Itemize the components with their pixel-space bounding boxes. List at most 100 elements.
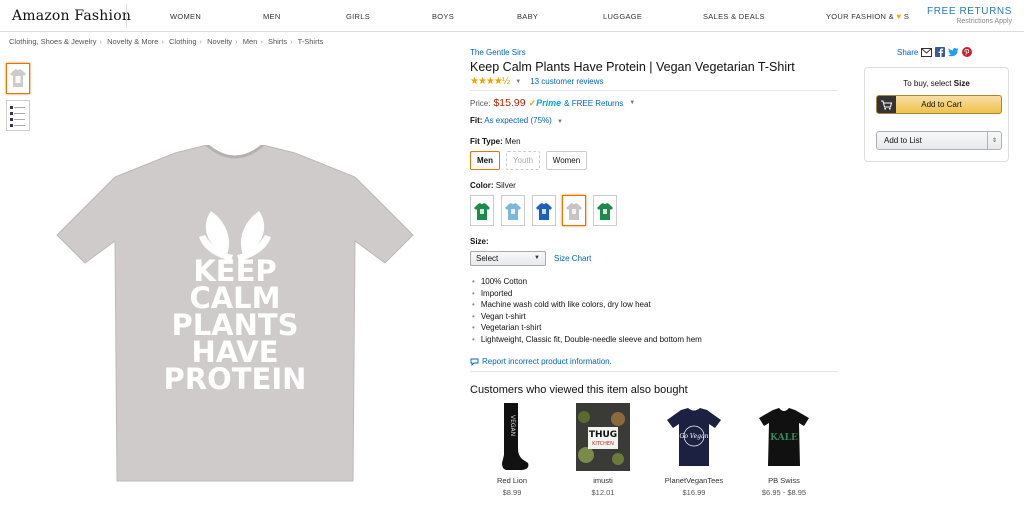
star-rating-icon[interactable]: ★★★★½ bbox=[470, 76, 510, 87]
breadcrumb: Clothing, Shoes & Jewelry › Novelty & Mor… bbox=[9, 37, 323, 46]
chevron-down-icon[interactable]: ▼ bbox=[629, 100, 635, 106]
color-label: Color: bbox=[470, 181, 494, 190]
free-returns-link[interactable]: & FREE Returns bbox=[564, 99, 623, 108]
top-nav: Amazon Fashion WOMEN MEN GIRLS BOYS BABY… bbox=[0, 0, 1024, 32]
speech-bubble-icon bbox=[470, 358, 479, 366]
color-swatch[interactable] bbox=[593, 195, 617, 226]
report-link[interactable]: Report incorrect product information. bbox=[470, 357, 612, 366]
also-bought-item[interactable]: VEGAN Red Lion $8.99 bbox=[476, 402, 548, 497]
nav-item-your-fashion[interactable]: YOUR FASHION & ♥ S bbox=[826, 12, 909, 21]
your-fashion-suffix: S bbox=[903, 12, 910, 21]
chevron-right-icon: › bbox=[260, 37, 263, 46]
main-product-image[interactable]: KEEP CALM PLANTS HAVE PROTEIN bbox=[55, 143, 415, 485]
nav-item-women[interactable]: WOMEN bbox=[170, 12, 201, 21]
twitter-icon[interactable] bbox=[948, 47, 959, 57]
nav-item-baby[interactable]: BABY bbox=[517, 12, 538, 21]
heart-icon: ♥ bbox=[896, 12, 902, 21]
book-subtitle: KITCHEN bbox=[592, 441, 614, 447]
item-price: $16.99 bbox=[682, 488, 706, 497]
facebook-icon[interactable] bbox=[935, 47, 946, 57]
price-row: Price: $15.99 ✓Prime & FREE Returns ▼ bbox=[470, 97, 635, 109]
share-row: Share bbox=[897, 47, 973, 57]
fit-option-youth[interactable]: Youth bbox=[506, 151, 540, 170]
sock-image: VEGAN bbox=[502, 403, 529, 470]
to-buy-label: To buy, select bbox=[903, 79, 952, 88]
also-bought-item[interactable]: Go Vegan PlanetVeganTees $16.99 bbox=[658, 402, 730, 497]
breadcrumb-item[interactable]: Novelty & More bbox=[107, 37, 158, 46]
shirt-text-line: PROTEIN bbox=[164, 362, 307, 396]
fit-label: Fit: bbox=[470, 116, 483, 125]
nav-item-girls[interactable]: GIRLS bbox=[346, 12, 370, 21]
amazon-fashion-logo[interactable]: Amazon Fashion bbox=[12, 8, 131, 24]
prime-badge[interactable]: ✓Prime bbox=[529, 98, 562, 109]
sock-text: VEGAN bbox=[509, 415, 516, 436]
color-swatch[interactable] bbox=[501, 195, 525, 226]
tshirt-swatch-icon bbox=[474, 202, 490, 220]
to-buy-hint: To buy, select Size bbox=[865, 79, 1008, 88]
book-title: THUG bbox=[589, 430, 617, 440]
fit-type-value: Men bbox=[504, 137, 521, 146]
item-name: PB Swiss bbox=[768, 476, 800, 485]
item-name: imusti bbox=[593, 476, 613, 485]
tshirt-swatch-icon bbox=[597, 202, 613, 220]
breadcrumb-item[interactable]: Novelty bbox=[207, 37, 232, 46]
feature-bullet: Lightweight, Classic fit, Double-needle … bbox=[472, 335, 702, 347]
nav-item-sales-deals[interactable]: SALES & DEALS bbox=[703, 12, 765, 21]
email-icon[interactable] bbox=[921, 47, 933, 57]
black-shirt-image: KALE bbox=[759, 408, 809, 466]
chevron-right-icon: › bbox=[161, 37, 164, 46]
fit-value-link[interactable]: As expected (75%) bbox=[484, 116, 552, 125]
thumbnail-size-chart[interactable] bbox=[6, 100, 30, 131]
restrictions-label: Restrictions Apply bbox=[956, 18, 1012, 25]
nav-item-luggage[interactable]: LUGGAGE bbox=[603, 12, 642, 21]
color-value: Silver bbox=[495, 181, 516, 190]
thumbnail-front[interactable] bbox=[6, 63, 30, 94]
fit-type-label: Fit Type: bbox=[470, 137, 503, 146]
color-swatch[interactable] bbox=[470, 195, 494, 226]
buy-box: To buy, select Size Add to Cart Add to L… bbox=[864, 67, 1009, 162]
also-bought-item[interactable]: THUG KITCHEN imusti $12.01 bbox=[567, 402, 639, 497]
chevron-right-icon: › bbox=[235, 37, 238, 46]
item-price: $12.01 bbox=[591, 488, 615, 497]
brand-link[interactable]: The Gentle Sirs bbox=[470, 48, 526, 57]
breadcrumb-item[interactable]: Shirts bbox=[268, 37, 287, 46]
fit-type-row: Fit Type: Men bbox=[470, 137, 521, 146]
size-chart-link[interactable]: Size Chart bbox=[554, 254, 591, 263]
feature-bullet: Imported bbox=[472, 289, 702, 301]
add-to-cart-button[interactable]: Add to Cart bbox=[876, 95, 1002, 114]
fit-row: Fit: As expected (75%) ▼ bbox=[470, 116, 563, 125]
product-title: Keep Calm Plants Have Protein | Vegan Ve… bbox=[470, 60, 795, 74]
breadcrumb-item[interactable]: Clothing bbox=[169, 37, 197, 46]
add-to-list-button[interactable]: Add to List ⇕ bbox=[876, 131, 1002, 150]
color-row: Color: Silver bbox=[470, 181, 516, 190]
share-label: Share bbox=[897, 47, 919, 57]
book-image: THUG KITCHEN bbox=[576, 403, 630, 471]
color-swatch-selected[interactable] bbox=[562, 195, 586, 226]
breadcrumb-item[interactable]: Men bbox=[243, 37, 258, 46]
also-bought-title: Customers who viewed this item also boug… bbox=[470, 384, 688, 396]
nav-item-men[interactable]: MEN bbox=[263, 12, 281, 21]
prime-label: Prime bbox=[536, 97, 562, 108]
size-select[interactable]: Select ▼ bbox=[470, 251, 546, 266]
color-swatch[interactable] bbox=[532, 195, 556, 226]
free-returns-banner[interactable]: FREE RETURNS Restrictions Apply bbox=[927, 6, 1012, 25]
customer-reviews-link[interactable]: 13 customer reviews bbox=[530, 77, 603, 86]
add-to-cart-label: Add to Cart bbox=[921, 100, 962, 109]
fit-option-women[interactable]: Women bbox=[546, 151, 587, 170]
chevron-updown-icon[interactable]: ⇕ bbox=[987, 132, 1001, 149]
price-value: $15.99 bbox=[493, 97, 526, 109]
breadcrumb-item[interactable]: Clothing, Shoes & Jewelry bbox=[9, 37, 97, 46]
free-returns-label: FREE RETURNS bbox=[927, 6, 1012, 17]
chevron-down-icon[interactable]: ▼ bbox=[557, 119, 563, 125]
also-bought-item[interactable]: KALE PB Swiss $6.95 - $8.95 bbox=[748, 402, 820, 497]
size-chart-thumbnail-icon bbox=[10, 106, 25, 127]
breadcrumb-item[interactable]: T-Shirts bbox=[298, 37, 324, 46]
feature-bullet: Machine wash cold with like colors, dry … bbox=[472, 300, 702, 312]
item-name: PlanetVeganTees bbox=[664, 476, 724, 485]
pinterest-icon[interactable] bbox=[962, 47, 973, 57]
shirt-text: KALE bbox=[770, 433, 798, 443]
fit-option-men[interactable]: Men bbox=[470, 151, 500, 170]
report-link-label: Report incorrect product information. bbox=[482, 357, 612, 366]
nav-item-boys[interactable]: BOYS bbox=[432, 12, 454, 21]
chevron-down-icon[interactable]: ▼ bbox=[515, 79, 521, 85]
